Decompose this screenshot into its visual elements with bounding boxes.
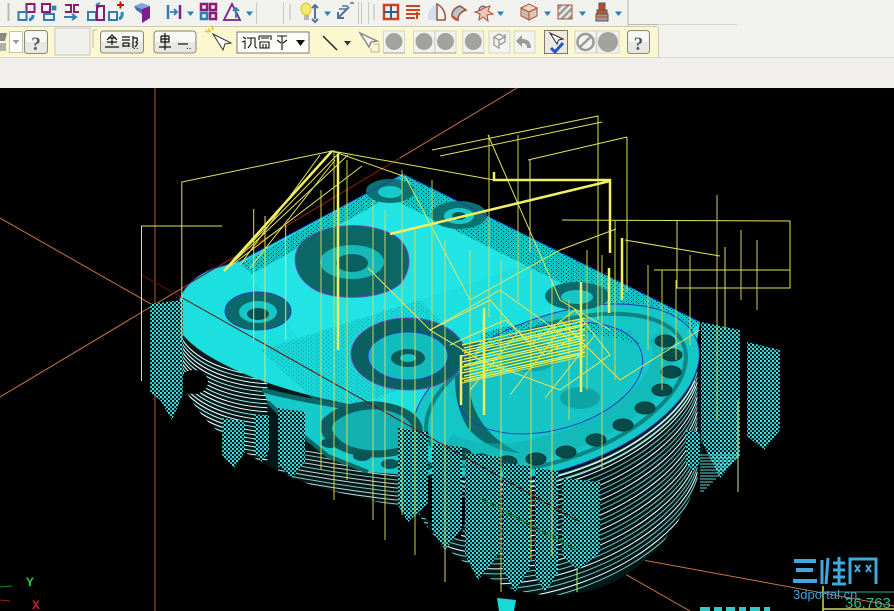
svg-text:..: ..	[186, 41, 192, 52]
svg-text:?: ?	[31, 34, 41, 55]
svg-text:..: ..	[133, 41, 139, 52]
svg-text:Y: Y	[26, 575, 34, 590]
svg-text:X: X	[32, 598, 40, 611]
svg-text:36.763: 36.763	[845, 595, 891, 611]
svg-text:?: ?	[634, 34, 644, 55]
